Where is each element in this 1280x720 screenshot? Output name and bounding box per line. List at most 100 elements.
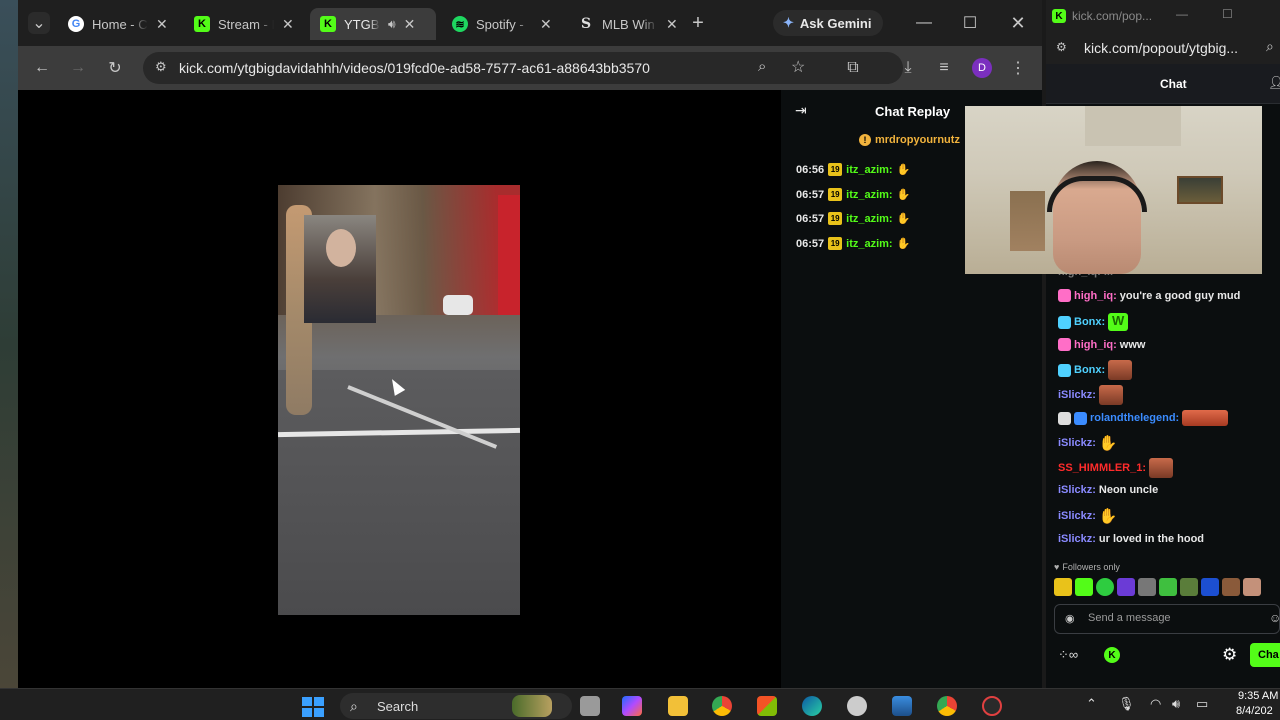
kick-icon: K xyxy=(1052,9,1066,23)
face-emote[interactable] xyxy=(1243,578,1261,596)
microphone-icon[interactable]: 🎙︎ xyxy=(1118,696,1135,712)
back-icon[interactable]: ← xyxy=(32,58,52,78)
audio-playing-icon[interactable]: 🔊︎ xyxy=(388,17,396,32)
chat-message: iSlickz: xyxy=(1058,385,1123,405)
spotify-icon: ≋ xyxy=(452,16,468,32)
search-icon: ⌕ xyxy=(350,698,358,714)
maximize-icon[interactable]: ☐ xyxy=(960,13,980,33)
profile-avatar[interactable]: D xyxy=(972,58,992,78)
microsoft-store-icon[interactable] xyxy=(757,696,777,716)
tab-chat[interactable]: Chat xyxy=(1160,77,1187,91)
google-icon: G xyxy=(68,16,84,32)
kick-logo-icon[interactable]: K xyxy=(1104,647,1120,663)
tray-overflow-icon[interactable]: ⌃ xyxy=(1086,696,1097,712)
photos-icon[interactable] xyxy=(892,696,912,716)
chat-message: Bonx: xyxy=(1058,360,1133,380)
praying-hands-emote: ✋ xyxy=(896,164,911,176)
chrome-profile-icon[interactable] xyxy=(937,696,957,716)
tab-mlb[interactable]: S MLB Win ✕ xyxy=(568,8,688,40)
chat-settings-icon[interactable]: ◉ xyxy=(1065,612,1075,625)
ask-gemini-button[interactable]: ✦ Ask Gemini xyxy=(773,10,883,36)
collapse-chat-icon[interactable]: ⇥ xyxy=(795,102,807,119)
reload-icon[interactable]: ↻ xyxy=(105,58,125,78)
green-emote[interactable] xyxy=(1159,578,1177,596)
webcam-picture-frame xyxy=(1177,176,1223,204)
subscriber-badge: 19 xyxy=(828,163,843,176)
clock-time[interactable]: 9:35 AM xyxy=(1238,690,1278,702)
close-tab-icon[interactable]: ✕ xyxy=(666,16,678,33)
site-info-icon[interactable]: ⚙ xyxy=(155,59,167,75)
badge-icon xyxy=(1058,363,1071,377)
popout-tabs: Chat 👤︎ xyxy=(1046,64,1280,104)
chat-message: iSlickz: ✋ xyxy=(1058,508,1118,525)
site-info-icon[interactable]: ⚙ xyxy=(1056,40,1067,54)
close-tab-icon[interactable]: ✕ xyxy=(404,16,416,33)
video-frame[interactable] xyxy=(277,185,521,615)
taskbar-search[interactable]: ⌕ Search xyxy=(340,693,572,719)
emote-bar xyxy=(1054,578,1276,596)
car-emote[interactable] xyxy=(1180,578,1198,596)
tab-spotify[interactable]: ≋ Spotify - ✕ xyxy=(442,8,562,40)
praying-hands-emote: ✋ xyxy=(1098,508,1118,525)
chat-message: high_iq: you're a good guy mud xyxy=(1058,289,1240,302)
download-icon[interactable]: ⤓ xyxy=(898,58,918,78)
forward-icon[interactable]: → xyxy=(68,58,88,78)
tab-home[interactable]: G Home - C ✕ xyxy=(58,8,178,40)
popout-address-bar[interactable]: ⚙ kick.com/popout/ytgbig... ⌕ xyxy=(1046,32,1280,64)
new-tab-icon[interactable]: + xyxy=(688,12,708,34)
zoom-icon[interactable]: ⌕ xyxy=(1266,38,1274,55)
video-player[interactable] xyxy=(18,90,781,688)
clock-date[interactable]: 8/4/202 xyxy=(1236,705,1273,717)
followers-only-notice: ♥ Followers only xyxy=(1054,562,1120,572)
app-notification-icon[interactable] xyxy=(847,696,867,716)
w-emote[interactable] xyxy=(1075,578,1093,596)
close-tab-icon[interactable]: ✕ xyxy=(540,16,552,33)
gray-emote[interactable] xyxy=(1138,578,1156,596)
chrome-icon[interactable] xyxy=(712,696,732,716)
menu-icon[interactable]: ⋮ xyxy=(1008,58,1028,78)
emoji-icon[interactable]: ☺ xyxy=(1269,611,1280,625)
media-controls-icon[interactable]: ≡ xyxy=(934,58,954,78)
volume-icon[interactable]: 🔊︎ xyxy=(1172,696,1180,712)
frog-emote[interactable] xyxy=(1096,578,1114,596)
chat-message: iSlickz: ✋ xyxy=(1058,435,1118,452)
badge-icon xyxy=(1058,338,1071,351)
tab-stream[interactable]: K Stream - I ✕ xyxy=(184,8,304,40)
copilot-icon[interactable] xyxy=(622,696,642,716)
minimize-icon[interactable]: — xyxy=(914,13,934,33)
battery-icon[interactable]: ▭ xyxy=(1196,696,1208,712)
extensions-icon[interactable]: ⧉ xyxy=(843,58,863,78)
close-tab-icon[interactable]: ✕ xyxy=(282,16,294,33)
zoom-icon[interactable]: ⌕ xyxy=(758,58,766,75)
file-explorer-icon[interactable] xyxy=(668,696,688,716)
edge-icon[interactable] xyxy=(802,696,822,716)
praying-hands-emote: ✋ xyxy=(896,189,911,201)
pinned-gifter[interactable]: ! mrdropyournutz xyxy=(859,134,960,146)
chat-send-button[interactable]: Cha xyxy=(1250,643,1280,667)
chat-replay-message: 06:57 19 itz_azim: ✋ xyxy=(796,212,911,225)
maximize-icon[interactable]: ☐ xyxy=(1222,7,1233,21)
tab-search-chevron-icon[interactable]: ⌄ xyxy=(28,12,50,34)
infinity-points-icon[interactable]: ⁘∞ xyxy=(1058,647,1078,663)
settings-gear-icon[interactable]: ⚙ xyxy=(1222,645,1237,665)
chat-message-input[interactable]: ◉ Send a message ☺ xyxy=(1054,604,1280,634)
media-player-icon[interactable] xyxy=(982,696,1002,716)
blue-emote[interactable] xyxy=(1201,578,1219,596)
ytg-emote[interactable] xyxy=(1054,578,1072,596)
task-view-icon[interactable] xyxy=(580,696,600,716)
verified-badge-icon xyxy=(1074,411,1087,425)
tab-ytgbi[interactable]: K YTGBi 🔊︎ ✕ xyxy=(310,8,436,40)
bookmark-star-icon[interactable]: ☆ xyxy=(791,57,805,77)
windows-start-icon[interactable] xyxy=(302,697,324,717)
users-icon[interactable]: 👤︎ xyxy=(1268,75,1280,91)
address-bar[interactable]: ⚙ kick.com/ytgbigdavidahhh/videos/019fcd… xyxy=(143,52,903,84)
wifi-icon[interactable]: ◠ xyxy=(1150,696,1161,712)
close-tab-icon[interactable]: ✕ xyxy=(156,16,168,33)
minimize-icon[interactable]: — xyxy=(1176,7,1188,21)
face-emote xyxy=(1149,458,1174,478)
purple-emote[interactable] xyxy=(1117,578,1135,596)
face-emote xyxy=(1098,385,1123,405)
face-emote[interactable] xyxy=(1222,578,1240,596)
facecam-face xyxy=(326,229,356,267)
close-window-icon[interactable]: ✕ xyxy=(1008,13,1028,33)
